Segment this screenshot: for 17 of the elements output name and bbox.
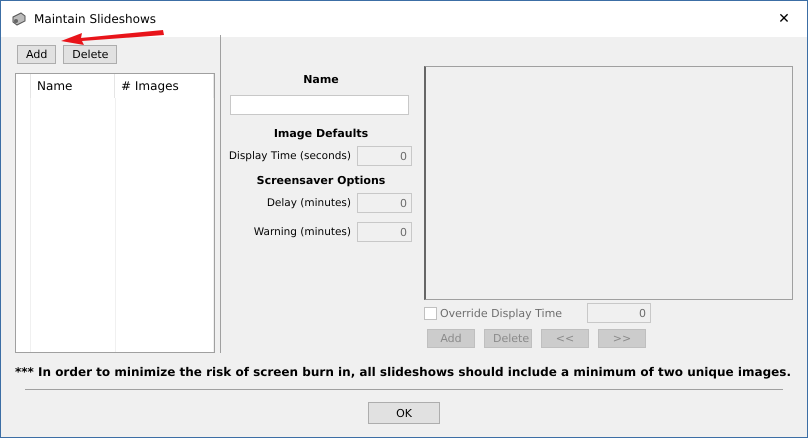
field-label: Delay (minutes) (266, 197, 351, 209)
ok-button[interactable]: OK (368, 402, 440, 424)
add-button[interactable]: Add (17, 45, 56, 64)
checkbox-label: Override Display Time (440, 306, 562, 320)
window-title: Maintain Slideshows (34, 12, 156, 26)
note-text: *** In order to minimize the risk of screen burn in, all slideshows should include a minimum of two unique images. (15, 365, 792, 379)
section-heading: Name (302, 72, 340, 88)
column-header[interactable]: Name (30, 74, 114, 98)
field-label: Display Time (seconds) (228, 150, 351, 162)
section-heading: Image Defaults (272, 126, 370, 142)
slideshow-list[interactable]: Name # Images (15, 73, 215, 353)
name-field[interactable] (230, 95, 409, 115)
image-list[interactable] (424, 66, 793, 300)
delete-button[interactable]: Delete (63, 45, 118, 64)
section-heading: Screensaver Options (256, 173, 386, 189)
field-label: Warning (minutes) (254, 226, 351, 238)
column-header[interactable]: # Images (114, 74, 214, 98)
